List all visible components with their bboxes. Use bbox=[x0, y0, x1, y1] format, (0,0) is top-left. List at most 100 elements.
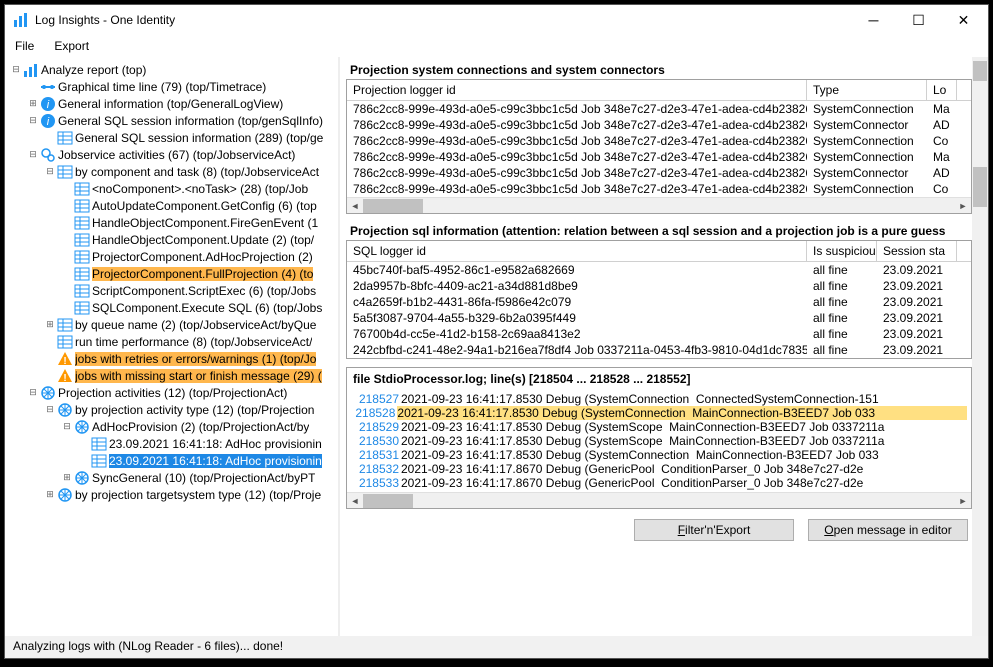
log-line[interactable]: 2185272021-09-23 16:41:17.8530 Debug (Sy… bbox=[351, 392, 967, 406]
line-text: 2021-09-23 16:41:17.8530 Debug (SystemSc… bbox=[401, 420, 884, 434]
tree-node[interactable]: HandleObjectComponent.Update (2) (top/ bbox=[5, 231, 338, 248]
tree-node[interactable]: ⊟Jobservice activities (67) (top/Jobserv… bbox=[5, 146, 338, 163]
table-row[interactable]: 786c2cc8-999e-493d-a0e5-c99c3bbc1c5d Job… bbox=[347, 149, 971, 165]
table-row[interactable]: 786c2cc8-999e-493d-a0e5-c99c3bbc1c5d Job… bbox=[347, 133, 971, 149]
collapse-icon[interactable]: ⊟ bbox=[9, 65, 23, 75]
vertical-scrollbar[interactable] bbox=[972, 57, 988, 636]
tree-node[interactable]: !jobs with retries or errors/warnings (1… bbox=[5, 350, 338, 367]
filter-export-button[interactable]: Filter'n'Export bbox=[634, 519, 794, 541]
close-button[interactable]: ✕ bbox=[941, 6, 986, 34]
line-number: 218532 bbox=[351, 462, 401, 476]
line-text: 2021-09-23 16:41:17.8530 Debug (SystemSc… bbox=[401, 434, 884, 448]
line-number: 218529 bbox=[351, 420, 401, 434]
tree-node[interactable]: 23.09.2021 16:41:18: AdHoc provisionin bbox=[5, 435, 338, 452]
tree-node-label: Graphical time line (79) (top/Timetrace) bbox=[58, 80, 266, 94]
table-row[interactable]: 786c2cc8-999e-493d-a0e5-c99c3bbc1c5d Job… bbox=[347, 101, 971, 117]
line-text: 2021-09-23 16:41:17.8530 Debug (SystemCo… bbox=[397, 406, 967, 420]
horizontal-scrollbar[interactable]: ◄► bbox=[347, 197, 971, 213]
collapse-icon[interactable]: ⊟ bbox=[43, 405, 57, 415]
tree-node[interactable]: ⊟by projection activity type (12) (top/P… bbox=[5, 401, 338, 418]
table-row[interactable]: 786c2cc8-999e-493d-a0e5-c99c3bbc1c5d Job… bbox=[347, 181, 971, 197]
collapse-icon[interactable]: ⊟ bbox=[60, 422, 74, 432]
table-icon bbox=[74, 181, 90, 197]
column-header[interactable]: SQL logger id bbox=[347, 241, 807, 261]
connections-grid[interactable]: Projection logger idTypeLo 786c2cc8-999e… bbox=[346, 79, 972, 214]
table-row[interactable]: 786c2cc8-999e-493d-a0e5-c99c3bbc1c5d Job… bbox=[347, 117, 971, 133]
collapse-icon[interactable]: ⊟ bbox=[26, 116, 40, 126]
tree-node[interactable]: ⊟by component and task (8) (top/Jobservi… bbox=[5, 163, 338, 180]
navigation-tree[interactable]: ⊟Analyze report (top) Graphical time line… bbox=[5, 57, 338, 507]
collapse-icon[interactable]: ⊟ bbox=[26, 388, 40, 398]
tree-node-label: General SQL session information (top/gen… bbox=[58, 114, 323, 128]
column-header[interactable]: Type bbox=[807, 80, 927, 100]
tree-node[interactable]: run time performance (8) (top/Jobservice… bbox=[5, 333, 338, 350]
tree-node[interactable]: ⊟iGeneral SQL session information (top/g… bbox=[5, 112, 338, 129]
menu-bar: File Export bbox=[5, 35, 988, 57]
tree-node[interactable]: ⊟Analyze report (top) bbox=[5, 61, 338, 78]
tree-node[interactable]: Graphical time line (79) (top/Timetrace) bbox=[5, 78, 338, 95]
table-icon bbox=[91, 453, 107, 469]
collapse-icon[interactable]: ⊟ bbox=[26, 150, 40, 160]
table-row[interactable]: 45bc740f-baf5-4952-86c1-e9582a682669all … bbox=[347, 262, 971, 278]
log-line[interactable]: 2185282021-09-23 16:41:17.8530 Debug (Sy… bbox=[351, 406, 967, 420]
log-line[interactable]: 2185302021-09-23 16:41:17.8530 Debug (Sy… bbox=[351, 434, 967, 448]
menu-file[interactable]: File bbox=[15, 39, 34, 53]
minimize-button[interactable]: ─ bbox=[851, 6, 896, 34]
log-horizontal-scrollbar[interactable]: ◄► bbox=[347, 492, 971, 508]
tree-node-label: SyncGeneral (10) (top/ProjectionAct/byPT bbox=[92, 471, 315, 485]
tree-node[interactable]: <noComponent>.<noTask> (28) (top/Job bbox=[5, 180, 338, 197]
column-header[interactable]: Lo bbox=[927, 80, 957, 100]
table-row[interactable]: 76700b4d-cc5e-41d2-b158-2c69aa8413e2all … bbox=[347, 326, 971, 342]
table-icon bbox=[57, 130, 73, 146]
tree-node[interactable]: ⊞iGeneral information (top/GeneralLogVie… bbox=[5, 95, 338, 112]
column-header[interactable]: Session sta bbox=[877, 241, 957, 261]
tree-node[interactable]: SQLComponent.Execute SQL (6) (top/Jobs bbox=[5, 299, 338, 316]
panel2-title: Projection sql information (attention: r… bbox=[346, 222, 972, 240]
column-header[interactable]: Is suspicious bbox=[807, 241, 877, 261]
table-row[interactable]: 2da9957b-8bfc-4409-ac21-a34d881d8be9all … bbox=[347, 278, 971, 294]
log-line[interactable]: 2185332021-09-23 16:41:17.8670 Debug (Ge… bbox=[351, 476, 967, 490]
tree-node[interactable]: ⊞by queue name (2) (top/JobserviceAct/by… bbox=[5, 316, 338, 333]
table-icon bbox=[91, 436, 107, 452]
table-row[interactable]: 242cbfbd-c241-48e2-94a1-b216ea7f8df4 Job… bbox=[347, 342, 971, 358]
tree-node[interactable]: ⊟Projection activities (12) (top/Project… bbox=[5, 384, 338, 401]
tree-node[interactable]: ProjectorComponent.FullProjection (4) (t… bbox=[5, 265, 338, 282]
open-message-button[interactable]: Open message in editor bbox=[808, 519, 968, 541]
tree-node-label: <noComponent>.<noTask> (28) (top/Job bbox=[92, 182, 308, 196]
column-header[interactable]: Projection logger id bbox=[347, 80, 807, 100]
menu-export[interactable]: Export bbox=[54, 39, 89, 53]
tree-node[interactable]: ⊞ SyncGeneral (10) (top/ProjectionAct/byP… bbox=[5, 469, 338, 486]
tree-node[interactable]: 23.09.2021 16:41:18: AdHoc provisionin bbox=[5, 452, 338, 469]
sql-grid[interactable]: SQL logger idIs suspiciousSession sta 45… bbox=[346, 240, 972, 359]
expand-icon[interactable]: ⊞ bbox=[43, 320, 57, 330]
log-line[interactable]: 2185292021-09-23 16:41:17.8530 Debug (Sy… bbox=[351, 420, 967, 434]
tree-node[interactable]: General SQL session information (289) (t… bbox=[5, 129, 338, 146]
proj-icon bbox=[57, 402, 73, 418]
tree-node[interactable]: ⊟AdHocProvision (2) (top/ProjectionAct/b… bbox=[5, 418, 338, 435]
expand-icon[interactable]: ⊞ bbox=[43, 490, 57, 500]
table-row[interactable]: c4a2659f-b1b2-4431-86fa-f5986e42c079all … bbox=[347, 294, 971, 310]
table-icon bbox=[57, 317, 73, 333]
expand-icon[interactable]: ⊞ bbox=[60, 473, 74, 483]
line-text: 2021-09-23 16:41:17.8530 Debug (SystemCo… bbox=[401, 448, 879, 462]
log-line[interactable]: 2185322021-09-23 16:41:17.8670 Debug (Ge… bbox=[351, 462, 967, 476]
expand-icon[interactable]: ⊞ bbox=[26, 99, 40, 109]
maximize-button[interactable]: ☐ bbox=[896, 6, 941, 34]
table-icon bbox=[74, 198, 90, 214]
proj-icon bbox=[40, 385, 56, 401]
tree-node[interactable]: HandleObjectComponent.FireGenEvent (1 bbox=[5, 214, 338, 231]
tree-node[interactable]: !jobs with missing start or finish messa… bbox=[5, 367, 338, 384]
tree-node[interactable]: ProjectorComponent.AdHocProjection (2) bbox=[5, 248, 338, 265]
tree-node-label: ScriptComponent.ScriptExec (6) (top/Jobs bbox=[92, 284, 316, 298]
line-text: 2021-09-23 16:41:17.8530 Debug (SystemCo… bbox=[401, 392, 879, 406]
collapse-icon[interactable]: ⊟ bbox=[43, 167, 57, 177]
table-row[interactable]: 5a5f3087-9704-4a55-b329-6b2a0395f449all … bbox=[347, 310, 971, 326]
table-icon bbox=[74, 232, 90, 248]
log-body[interactable]: 2185272021-09-23 16:41:17.8530 Debug (Sy… bbox=[347, 390, 971, 492]
info-icon: i bbox=[40, 113, 56, 129]
log-line[interactable]: 2185312021-09-23 16:41:17.8530 Debug (Sy… bbox=[351, 448, 967, 462]
tree-node[interactable]: AutoUpdateComponent.GetConfig (6) (top bbox=[5, 197, 338, 214]
tree-node[interactable]: ScriptComponent.ScriptExec (6) (top/Jobs bbox=[5, 282, 338, 299]
tree-node[interactable]: ⊞by projection targetsystem type (12) (t… bbox=[5, 486, 338, 503]
table-row[interactable]: 786c2cc8-999e-493d-a0e5-c99c3bbc1c5d Job… bbox=[347, 165, 971, 181]
